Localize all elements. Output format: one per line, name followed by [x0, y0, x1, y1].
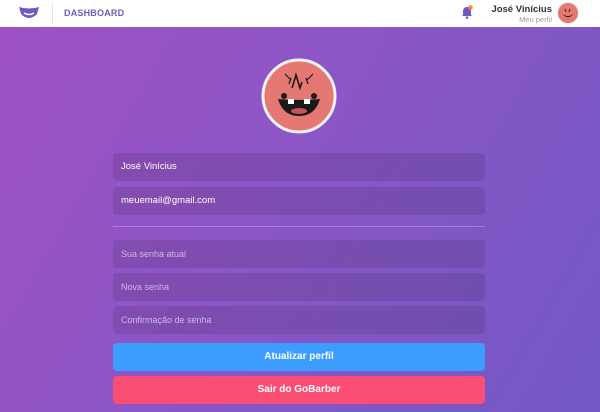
email-field[interactable]: meuemail@gmail.com	[113, 187, 485, 215]
profile-avatar[interactable]	[261, 58, 337, 134]
logout-button[interactable]: Sair do GoBarber	[113, 376, 485, 404]
navbar-divider	[52, 4, 53, 23]
dashboard-link[interactable]: DASHBOARD	[64, 8, 124, 18]
new-password-field[interactable]: Nova senha	[113, 273, 485, 301]
avatar[interactable]	[557, 2, 579, 24]
bell-icon[interactable]	[461, 5, 473, 19]
confirm-password-field[interactable]: Confirmação de senha	[113, 306, 485, 334]
current-password-field[interactable]: Sua senha atual	[113, 240, 485, 268]
name-field[interactable]: José Vinícius	[113, 153, 485, 181]
logo-icon[interactable]	[18, 5, 40, 21]
top-navbar: DASHBOARD José Vinícius Meu perfil	[0, 0, 600, 27]
form-divider	[113, 226, 485, 227]
update-profile-button[interactable]: Atualizar perfil	[113, 343, 485, 371]
user-name: José Vinícius	[491, 4, 552, 15]
my-profile-link[interactable]: Meu perfil	[519, 15, 552, 24]
